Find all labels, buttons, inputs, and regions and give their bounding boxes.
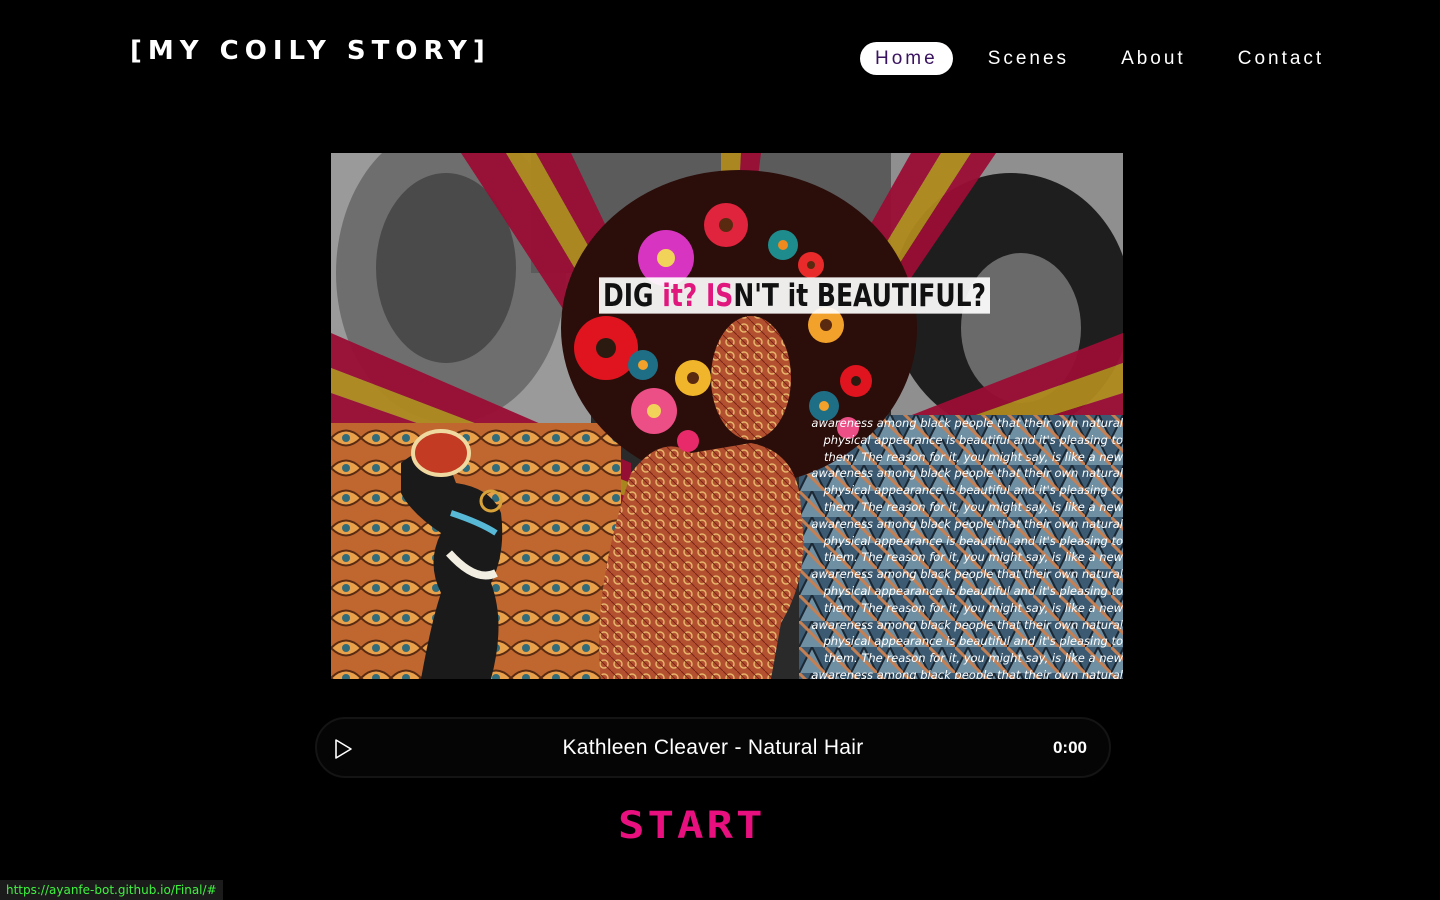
audio-player: Kathleen Cleaver - Natural Hair 0:00 (315, 717, 1111, 778)
main-nav: Home Scenes About Contact (860, 42, 1339, 75)
start-button[interactable]: START (618, 804, 765, 847)
track-time: 0:00 (1052, 738, 1087, 757)
hero-collage-image: DIG it? ISN'T it BEAUTIFUL? awareness am… (331, 153, 1123, 679)
hero-caption: DIG it? ISN'T it BEAUTIFUL? (599, 277, 991, 314)
site-brand[interactable]: [MY COILY STORY] (130, 36, 491, 66)
status-bar-url: https://ayanfe-bot.github.io/Final/# (0, 880, 223, 900)
nav-scenes[interactable]: Scenes (973, 42, 1084, 75)
nav-home[interactable]: Home (860, 42, 953, 75)
nav-contact[interactable]: Contact (1223, 42, 1339, 75)
track-title: Kathleen Cleaver - Natural Hair (562, 736, 864, 759)
nav-about[interactable]: About (1106, 42, 1201, 75)
hero-quote-text: awareness among black people that their … (811, 416, 1123, 679)
